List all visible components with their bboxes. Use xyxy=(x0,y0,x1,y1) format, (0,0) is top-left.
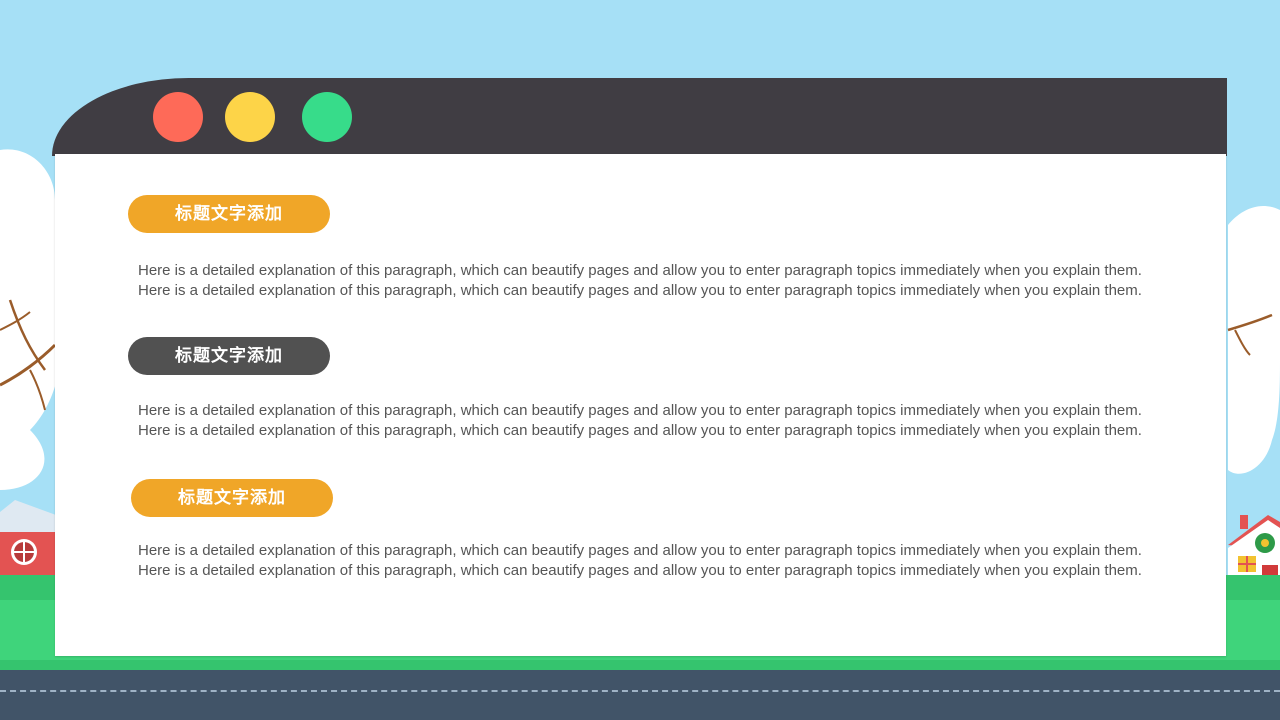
tree-icon xyxy=(1227,205,1280,474)
window-close-dot xyxy=(153,92,203,142)
road xyxy=(0,670,1280,720)
section-3-paragraph: Here is a detailed explanation of this p… xyxy=(138,542,1142,579)
house-icon xyxy=(0,500,56,577)
section-2-title-badge: 标题文字添加 xyxy=(128,337,330,375)
section-1-paragraph: Here is a detailed explanation of this p… xyxy=(138,262,1142,299)
section-1-title-badge: 标题文字添加 xyxy=(128,195,330,233)
section-2-paragraph: Here is a detailed explanation of this p… xyxy=(138,402,1142,439)
window-maximize-dot xyxy=(302,92,352,142)
section-3-title-badge: 标题文字添加 xyxy=(131,479,333,517)
road-lane-marking xyxy=(0,690,1280,692)
window-minimize-dot xyxy=(225,92,275,142)
